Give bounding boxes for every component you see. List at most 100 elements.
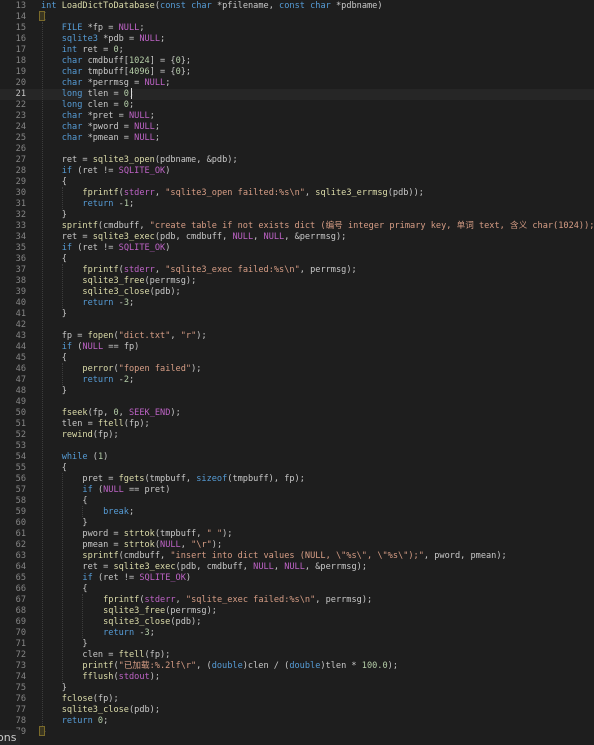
line-number: 21 — [15, 89, 26, 99]
code-line[interactable]: 60 } — [0, 518, 594, 529]
code-line[interactable]: 58 { — [0, 496, 594, 507]
code-line[interactable]: 13 int LoadDictToDatabase(const char *pfi… — [0, 1, 594, 12]
code-editor[interactable]: 13 int LoadDictToDatabase(const char *pfi… — [0, 0, 594, 745]
code-line[interactable]: 46 perror("fopen failed"); — [0, 364, 594, 375]
code-line[interactable]: 70 return -3; — [0, 628, 594, 639]
code-line[interactable]: 75 } — [0, 683, 594, 694]
code-line[interactable]: 17 int ret = 0; — [0, 45, 594, 56]
code-line[interactable]: 45 { — [0, 353, 594, 364]
code-line[interactable]: 40 return -3; — [0, 298, 594, 309]
code-token: )tlen * — [320, 661, 362, 671]
code-text: } — [41, 309, 67, 320]
code-line[interactable]: 20 char *perrmsg = NULL; — [0, 78, 594, 89]
code-token: ftell — [118, 650, 145, 660]
code-line[interactable]: 41 } — [0, 309, 594, 320]
code-line[interactable]: 32 } — [0, 210, 594, 221]
code-line[interactable]: 79} — [0, 727, 594, 738]
code-line[interactable]: 38 sqlite3_free(perrmsg); — [0, 276, 594, 287]
code-line[interactable]: 27 ret = sqlite3_open(pdbname, &pdb); — [0, 155, 594, 166]
code-line[interactable]: 14{ — [0, 12, 594, 23]
code-line[interactable]: 23 char *pret = NULL; — [0, 111, 594, 122]
code-line[interactable]: 47 return -2; — [0, 375, 594, 386]
code-line[interactable]: 42 — [0, 320, 594, 331]
line-number: 64 — [15, 562, 26, 572]
code-line[interactable]: 51 tlen = ftell(fp); — [0, 419, 594, 430]
code-text: FILE *fp = NULL; — [41, 23, 145, 34]
code-token: ; — [128, 100, 135, 110]
code-text: return -3; — [41, 298, 134, 309]
code-token: SQLITE_OK — [118, 166, 166, 176]
code-line[interactable]: 49 — [0, 397, 594, 408]
code-token: NULL — [139, 34, 161, 44]
code-line[interactable]: 62 pmean = strtok(NULL, "\r"); — [0, 540, 594, 551]
code-line[interactable]: 48 } — [0, 386, 594, 397]
code-line[interactable]: 57 if (NULL == pret) — [0, 485, 594, 496]
code-line[interactable]: 18 char cmdbuff[1024] = {0}; — [0, 56, 594, 67]
code-line[interactable]: 69 sqlite3_close(pdb); — [0, 617, 594, 628]
code-token: stdout — [118, 672, 150, 682]
code-line[interactable]: 65 if (ret != SQLITE_OK) — [0, 573, 594, 584]
code-line[interactable]: 33 sprintf(cmdbuff, "create table if not… — [0, 221, 594, 232]
code-line[interactable]: 61 pword = strtok(tmpbuff, " "); — [0, 529, 594, 540]
code-line[interactable]: 19 char tmpbuff[4096] = {0}; — [0, 67, 594, 78]
code-line[interactable]: 50 fseek(fp, 0, SEEK_END); — [0, 408, 594, 419]
code-line[interactable]: 77 sqlite3_close(pdb); — [0, 705, 594, 716]
code-line[interactable]: 24 char *pword = NULL; — [0, 122, 594, 133]
code-line[interactable]: 53 — [0, 441, 594, 452]
line-number: 41 — [15, 309, 26, 319]
code-line[interactable]: 37 fprintf(stderr, "sqlite3_exec failed:… — [0, 265, 594, 276]
code-line[interactable]: 29 { — [0, 177, 594, 188]
code-line[interactable]: 67 fprintf(stderr, "sqlite_exec failed:%… — [0, 595, 594, 606]
code-line[interactable]: 34 ret = sqlite3_exec(pdb, cmdbuff, NULL… — [0, 232, 594, 243]
line-number: 18 — [15, 56, 26, 66]
line-number: 61 — [15, 529, 26, 539]
code-line[interactable]: 36 { — [0, 254, 594, 265]
code-line[interactable]: 68 sqlite3_free(perrmsg); — [0, 606, 594, 617]
code-line[interactable]: 43 fp = fopen("dict.txt", "r"); — [0, 331, 594, 342]
code-token: sqlite3_close — [103, 617, 171, 627]
code-line[interactable]: 28 if (ret != SQLITE_OK) — [0, 166, 594, 177]
line-number: 37 — [15, 265, 26, 275]
code-line[interactable]: 71 } — [0, 639, 594, 650]
code-line[interactable]: 73 printf("已加载:%.2lf\r", (double)clen / … — [0, 661, 594, 672]
code-token: } — [41, 639, 88, 649]
code-line[interactable]: 76 fclose(fp); — [0, 694, 594, 705]
code-line[interactable]: 15 FILE *fp = NULL; — [0, 23, 594, 34]
code-line[interactable]: 55 { — [0, 463, 594, 474]
code-line[interactable]: 30 fprintf(stderr, "sqlite3_open failted… — [0, 188, 594, 199]
code-line[interactable]: 56 pret = fgets(tmpbuff, sizeof(tmpbuff)… — [0, 474, 594, 485]
code-line[interactable]: 72 clen = ftell(fp); — [0, 650, 594, 661]
code-line[interactable]: 54 while (1) — [0, 452, 594, 463]
code-line[interactable]: 64 ret = sqlite3_exec(pdb, cmdbuff, NULL… — [0, 562, 594, 573]
code-line[interactable]: 78 return 0; — [0, 716, 594, 727]
code-line[interactable]: 52 rewind(fp); — [0, 430, 594, 441]
code-text: sqlite3_close(pdb); — [41, 617, 201, 628]
code-line[interactable]: 25 char *pmean = NULL; — [0, 133, 594, 144]
line-number: 63 — [15, 551, 26, 561]
code-token: "\r" — [191, 540, 212, 550]
code-line[interactable]: 26 — [0, 144, 594, 155]
code-line[interactable]: 16 sqlite3 *pdb = NULL; — [0, 34, 594, 45]
code-token: ) — [185, 573, 192, 583]
code-line[interactable]: 44 if (NULL == fp) — [0, 342, 594, 353]
line-number: 16 — [15, 34, 26, 44]
code-token: (pdb); — [149, 287, 181, 297]
code-text: char *pret = NULL; — [41, 111, 155, 122]
code-line[interactable]: 63 sprintf(cmdbuff, "insert into dict va… — [0, 551, 594, 562]
code-line[interactable]: 31 return -1; — [0, 199, 594, 210]
code-token: ; — [129, 298, 135, 308]
code-token: ; — [128, 507, 135, 517]
code-line[interactable]: 74 fflush(stdout); — [0, 672, 594, 683]
bottom-panel-tab[interactable]: ons — [0, 730, 20, 745]
code-line[interactable]: 35 if (ret != SQLITE_OK) — [0, 243, 594, 254]
code-line[interactable]: 21 long tlen = 0; — [0, 89, 594, 100]
code-line[interactable]: 39 sqlite3_close(pdb); — [0, 287, 594, 298]
code-line[interactable]: 22 long clen = 0; — [0, 100, 594, 111]
code-text: return -2; — [41, 375, 134, 386]
code-line[interactable]: 59 break; — [0, 507, 594, 518]
code-token: sqlite3_open — [92, 155, 155, 165]
code-token: double — [211, 661, 243, 671]
code-token: (ret != — [77, 166, 119, 176]
code-token: )clen / ( — [242, 661, 290, 671]
code-line[interactable]: 66 { — [0, 584, 594, 595]
